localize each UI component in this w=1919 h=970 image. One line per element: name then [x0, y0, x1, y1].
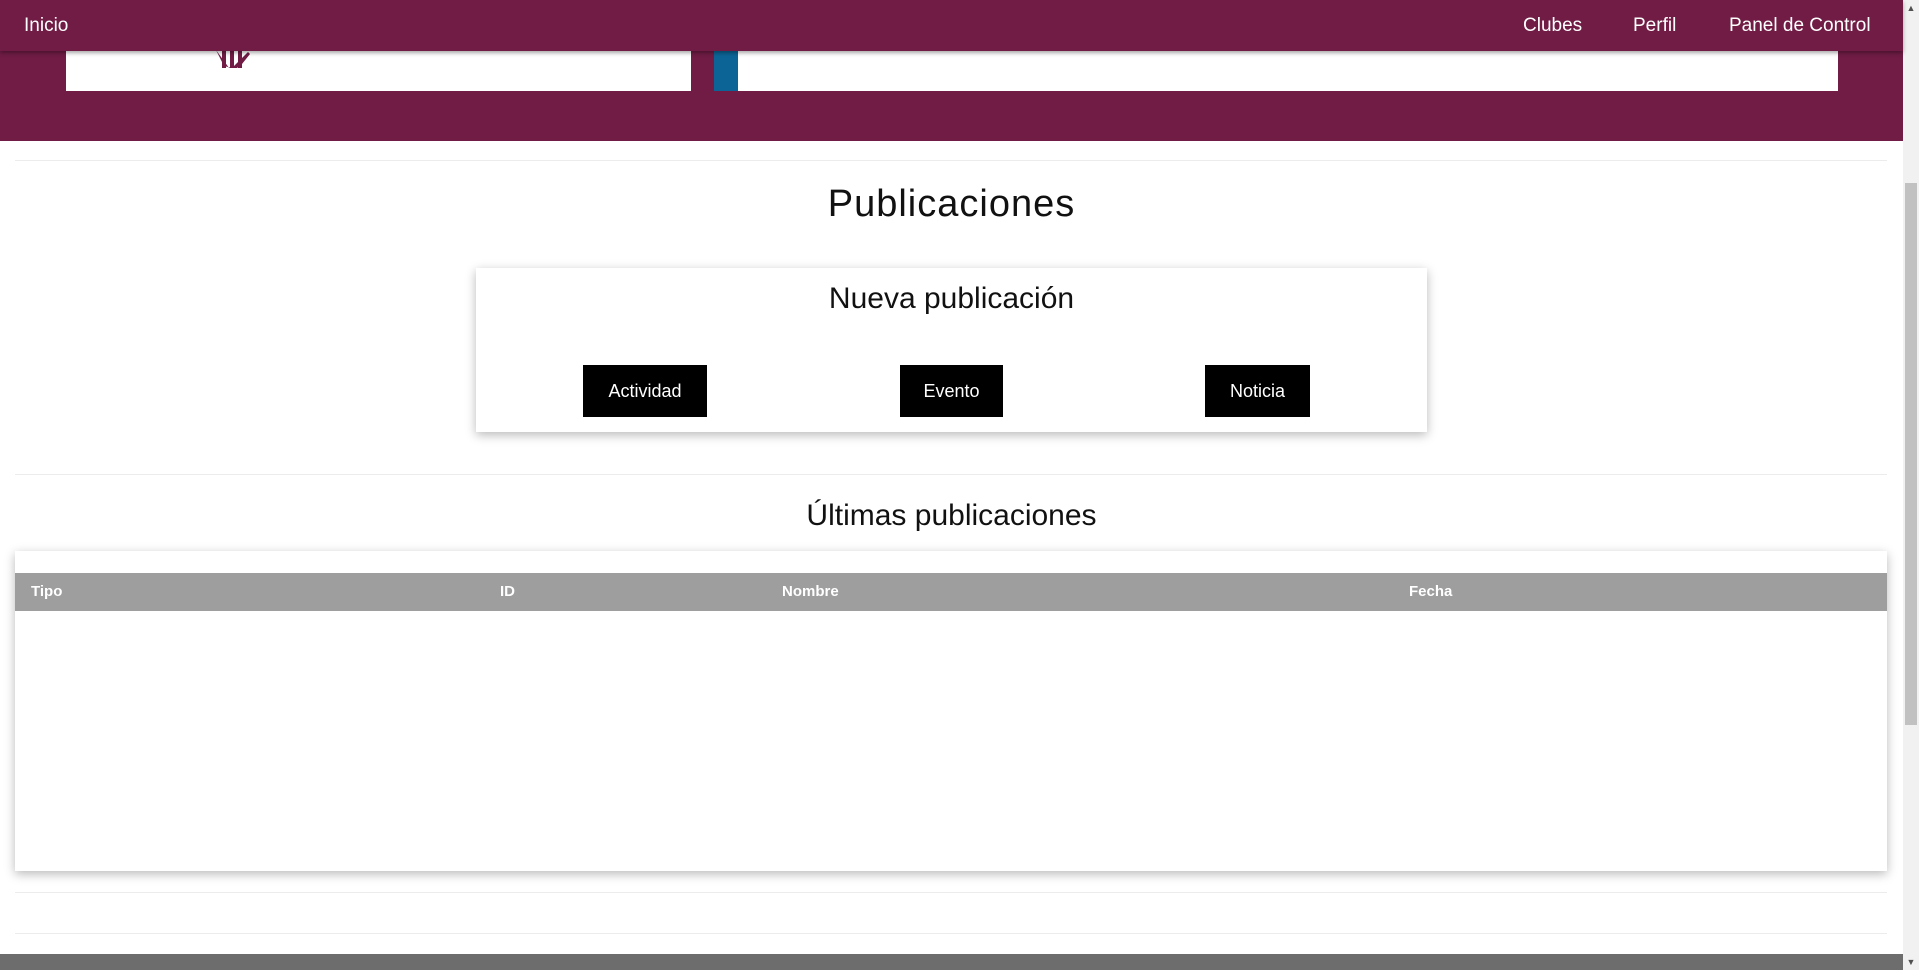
- page-title: Publicaciones: [827, 183, 1076, 225]
- new-activity-button[interactable]: Actividad: [583, 365, 707, 417]
- page-footer: [0, 954, 1903, 970]
- table-header: Tipo ID Nombre Fecha: [15, 573, 1887, 611]
- new-news-button[interactable]: Noticia: [1205, 365, 1310, 417]
- divider: [15, 892, 1887, 893]
- column-header-id[interactable]: ID: [500, 573, 515, 611]
- column-header-type[interactable]: Tipo: [31, 573, 62, 611]
- nav-dashboard-link[interactable]: Panel de Control: [1729, 0, 1871, 51]
- scrollbar-thumb[interactable]: [1905, 183, 1917, 725]
- nav-clubs-link[interactable]: Clubes: [1523, 0, 1582, 51]
- new-publication-heading: Nueva publicación: [828, 282, 1075, 315]
- divider: [15, 933, 1887, 934]
- new-event-button[interactable]: Evento: [900, 365, 1003, 417]
- latest-publications-heading: Últimas publicaciones: [806, 499, 1097, 532]
- column-header-name[interactable]: Nombre: [782, 573, 839, 611]
- divider: [15, 474, 1887, 475]
- scroll-up-arrow-icon[interactable]: ▲: [1903, 0, 1919, 16]
- latest-publications-table: Tipo ID Nombre Fecha: [15, 551, 1887, 871]
- column-header-date[interactable]: Fecha: [1409, 573, 1452, 611]
- top-navbar: Inicio Clubes Perfil Panel de Control: [0, 0, 1903, 51]
- scroll-down-arrow-icon[interactable]: ▼: [1903, 954, 1919, 970]
- nav-home-link[interactable]: Inicio: [24, 0, 68, 51]
- vertical-scrollbar[interactable]: ▲ ▼: [1903, 0, 1919, 970]
- new-publication-card: Nueva publicación Actividad Evento Notic…: [476, 268, 1427, 432]
- divider: [15, 160, 1887, 161]
- nav-profile-link[interactable]: Perfil: [1633, 0, 1676, 51]
